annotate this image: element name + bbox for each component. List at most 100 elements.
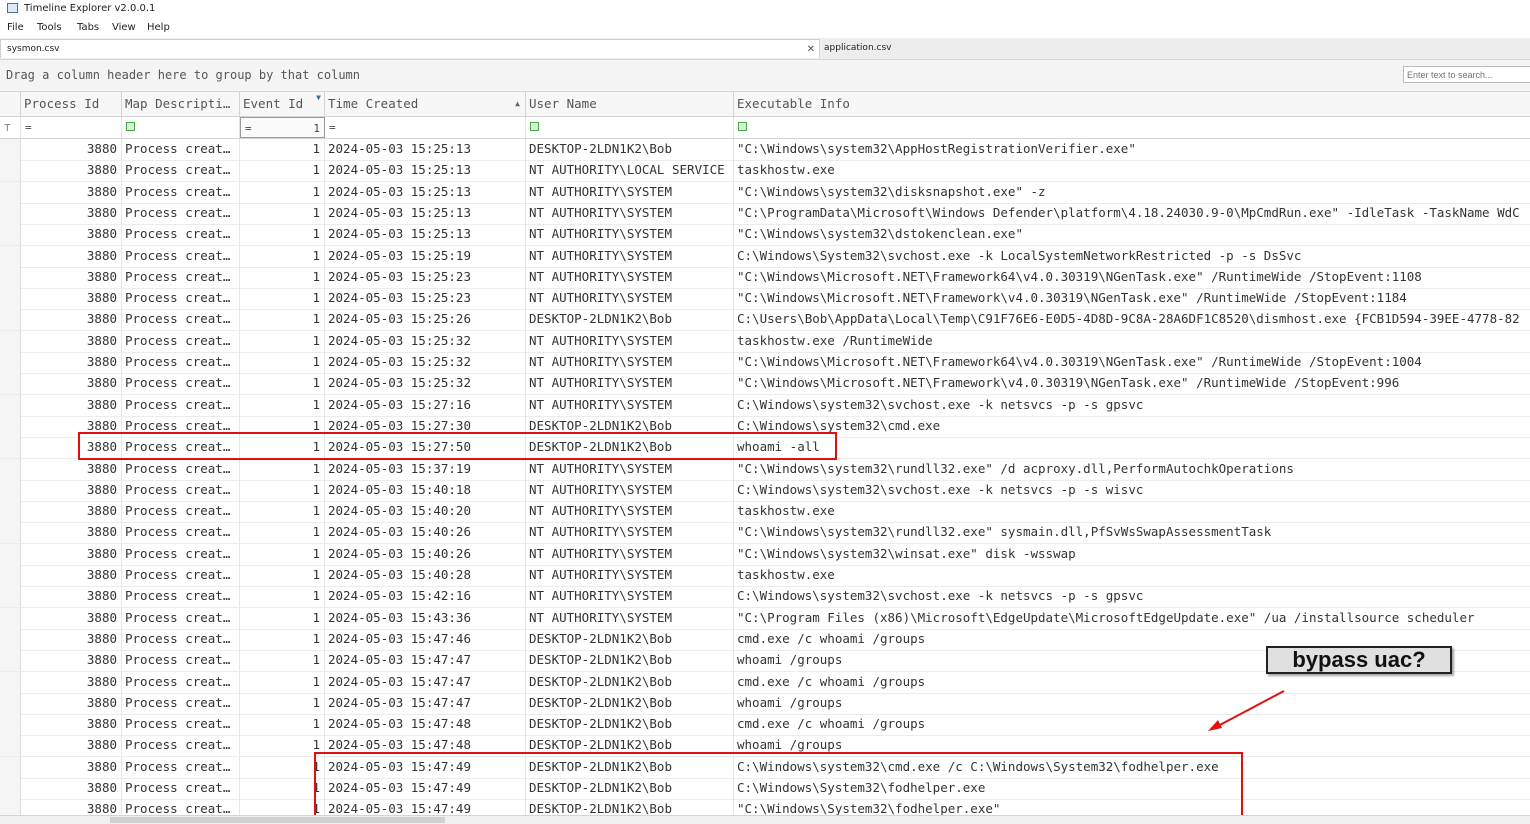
cell-user-name[interactable]: NT AUTHORITY\SYSTEM xyxy=(526,586,734,608)
cell-process-id[interactable]: 3880 xyxy=(21,352,122,373)
menu-file[interactable]: File xyxy=(7,18,24,37)
cell-event-id[interactable]: 1 xyxy=(240,565,325,586)
row-indicator[interactable] xyxy=(0,266,21,288)
cell-map-description[interactable]: Process creat… xyxy=(122,586,240,608)
cell-event-id[interactable]: 1 xyxy=(240,714,325,736)
cell-executable-info[interactable]: C:\Windows\system32\cmd.exe xyxy=(734,416,1530,437)
cell-user-name[interactable]: DESKTOP-2LDN1K2\Bob xyxy=(526,628,734,650)
cell-user-name[interactable]: NT AUTHORITY\SYSTEM xyxy=(526,202,734,224)
table-row[interactable]: 3880 Process creat… 1 2024-05-03 15:47:48 DE… xyxy=(0,714,1530,737)
cell-event-id[interactable]: 1 xyxy=(240,139,325,160)
column-header-event-id[interactable]: Event Id ▼ xyxy=(240,92,325,116)
table-row[interactable]: 3880 Process creat… 1 2024-05-03 15:40:26 NT… xyxy=(0,543,1530,566)
cell-executable-info[interactable]: "C:\Program Files (x86)\Microsoft\EdgeUp… xyxy=(734,608,1530,629)
cell-executable-info[interactable]: C:\Users\Bob\AppData\Local\Temp\C91F76E6… xyxy=(734,309,1530,330)
row-indicator[interactable] xyxy=(0,543,21,565)
cell-user-name[interactable]: NT AUTHORITY\SYSTEM xyxy=(526,181,734,203)
cell-process-id[interactable]: 3880 xyxy=(21,330,122,352)
cell-executable-info[interactable]: "C:\Windows\system32\dstokenclean.exe" xyxy=(734,224,1530,245)
table-row[interactable]: 3880 Process creat… 1 2024-05-03 15:47:47 DE… xyxy=(0,671,1530,694)
cell-user-name[interactable]: DESKTOP-2LDN1K2\Bob xyxy=(526,139,734,160)
cell-event-id[interactable]: 1 xyxy=(240,160,325,182)
cell-map-description[interactable]: Process creat… xyxy=(122,288,240,310)
cell-user-name[interactable]: NT AUTHORITY\SYSTEM xyxy=(526,373,734,395)
cell-time-created[interactable]: 2024-05-03 15:25:32 xyxy=(325,352,526,373)
cell-time-created[interactable]: 2024-05-03 15:47:47 xyxy=(325,671,526,693)
cell-executable-info[interactable]: C:\Windows\system32\svchost.exe -k netsv… xyxy=(734,395,1530,416)
cell-time-created[interactable]: 2024-05-03 15:25:23 xyxy=(325,288,526,310)
cell-executable-info[interactable]: whoami -all xyxy=(734,437,1530,458)
row-indicator[interactable] xyxy=(0,565,21,586)
filter-user-name[interactable] xyxy=(526,117,734,138)
cell-process-id[interactable]: 3880 xyxy=(21,202,122,224)
cell-time-created[interactable]: 2024-05-03 15:25:26 xyxy=(325,309,526,331)
cell-user-name[interactable]: NT AUTHORITY\SYSTEM xyxy=(526,245,734,267)
cell-process-id[interactable]: 3880 xyxy=(21,479,122,501)
cell-time-created[interactable]: 2024-05-03 15:40:18 xyxy=(325,479,526,501)
cell-event-id[interactable]: 1 xyxy=(240,671,325,693)
cell-executable-info[interactable]: taskhostw.exe xyxy=(734,501,1530,522)
cell-event-id[interactable]: 1 xyxy=(240,394,325,416)
cell-executable-info[interactable]: "C:\Windows\Microsoft.NET\Framework\v4.0… xyxy=(734,373,1530,394)
cell-executable-info[interactable]: cmd.exe /c whoami /groups xyxy=(734,672,1530,693)
filter-time-created[interactable]: = xyxy=(325,117,526,138)
row-indicator[interactable] xyxy=(0,394,21,416)
table-row[interactable]: 3880 Process creat… 1 2024-05-03 15:25:32 NT… xyxy=(0,373,1530,396)
cell-executable-info[interactable]: taskhostw.exe xyxy=(734,160,1530,181)
cell-time-created[interactable]: 2024-05-03 15:40:20 xyxy=(325,501,526,523)
cell-process-id[interactable]: 3880 xyxy=(21,288,122,310)
cell-event-id[interactable]: 1 xyxy=(240,607,325,629)
cell-process-id[interactable]: 3880 xyxy=(21,650,122,672)
menu-help[interactable]: Help xyxy=(147,18,170,37)
cell-process-id[interactable]: 3880 xyxy=(21,543,122,565)
cell-user-name[interactable]: NT AUTHORITY\SYSTEM xyxy=(526,224,734,246)
row-indicator[interactable] xyxy=(0,160,21,182)
row-indicator[interactable] xyxy=(0,288,21,310)
table-row[interactable]: 3880 Process creat… 1 2024-05-03 15:43:36 NT… xyxy=(0,607,1530,630)
cell-executable-info[interactable]: "C:\Windows\Microsoft.NET\Framework\v4.0… xyxy=(734,288,1530,309)
row-indicator[interactable] xyxy=(0,607,21,629)
close-icon[interactable]: ✕ xyxy=(807,40,815,59)
cell-event-id[interactable]: 1 xyxy=(240,756,325,778)
cell-map-description[interactable]: Process creat… xyxy=(122,352,240,373)
cell-map-description[interactable]: Process creat… xyxy=(122,373,240,395)
row-indicator[interactable] xyxy=(0,650,21,672)
row-indicator[interactable] xyxy=(0,692,21,714)
filter-process-id[interactable]: = xyxy=(21,117,122,138)
cell-time-created[interactable]: 2024-05-03 15:47:48 xyxy=(325,714,526,736)
cell-time-created[interactable]: 2024-05-03 15:47:47 xyxy=(325,692,526,714)
cell-process-id[interactable]: 3880 xyxy=(21,181,122,203)
column-header-map-description[interactable]: Map Descripti… xyxy=(122,92,240,116)
cell-process-id[interactable]: 3880 xyxy=(21,756,122,778)
table-row[interactable]: 3880 Process creat… 1 2024-05-03 15:25:32 NT… xyxy=(0,352,1530,374)
row-indicator[interactable] xyxy=(0,245,21,267)
row-indicator[interactable] xyxy=(0,309,21,331)
cell-map-description[interactable]: Process creat… xyxy=(122,202,240,224)
cell-map-description[interactable]: Process creat… xyxy=(122,756,240,778)
cell-user-name[interactable]: NT AUTHORITY\LOCAL SERVICE xyxy=(526,160,734,182)
cell-executable-info[interactable]: "C:\ProgramData\Microsoft\Windows Defend… xyxy=(734,203,1530,224)
cell-event-id[interactable]: 1 xyxy=(240,224,325,246)
table-row[interactable]: 3880 Process creat… 1 2024-05-03 15:42:16 NT… xyxy=(0,586,1530,609)
cell-map-description[interactable]: Process creat… xyxy=(122,160,240,182)
cell-time-created[interactable]: 2024-05-03 15:37:19 xyxy=(325,458,526,480)
tab-application[interactable]: application.csv xyxy=(822,39,1530,58)
cell-event-id[interactable]: 1 xyxy=(240,458,325,480)
cell-process-id[interactable]: 3880 xyxy=(21,607,122,629)
row-indicator[interactable] xyxy=(0,735,21,757)
cell-user-name[interactable]: NT AUTHORITY\SYSTEM xyxy=(526,522,734,544)
cell-event-id[interactable]: 1 xyxy=(240,501,325,523)
cell-map-description[interactable]: Process creat… xyxy=(122,628,240,650)
row-indicator[interactable] xyxy=(0,330,21,352)
row-indicator[interactable] xyxy=(0,202,21,224)
cell-process-id[interactable]: 3880 xyxy=(21,714,122,736)
cell-time-created[interactable]: 2024-05-03 15:47:46 xyxy=(325,628,526,650)
tab-sysmon[interactable]: sysmon.csv ✕ xyxy=(0,39,820,58)
row-indicator[interactable] xyxy=(0,224,21,246)
table-row[interactable]: 3880 Process creat… 1 2024-05-03 15:25:13 NT… xyxy=(0,202,1530,225)
cell-time-created[interactable]: 2024-05-03 15:25:32 xyxy=(325,373,526,395)
cell-executable-info[interactable]: taskhostw.exe xyxy=(734,565,1530,586)
row-indicator[interactable] xyxy=(0,756,21,778)
cell-time-created[interactable]: 2024-05-03 15:42:16 xyxy=(325,586,526,608)
cell-map-description[interactable]: Process creat… xyxy=(122,266,240,288)
